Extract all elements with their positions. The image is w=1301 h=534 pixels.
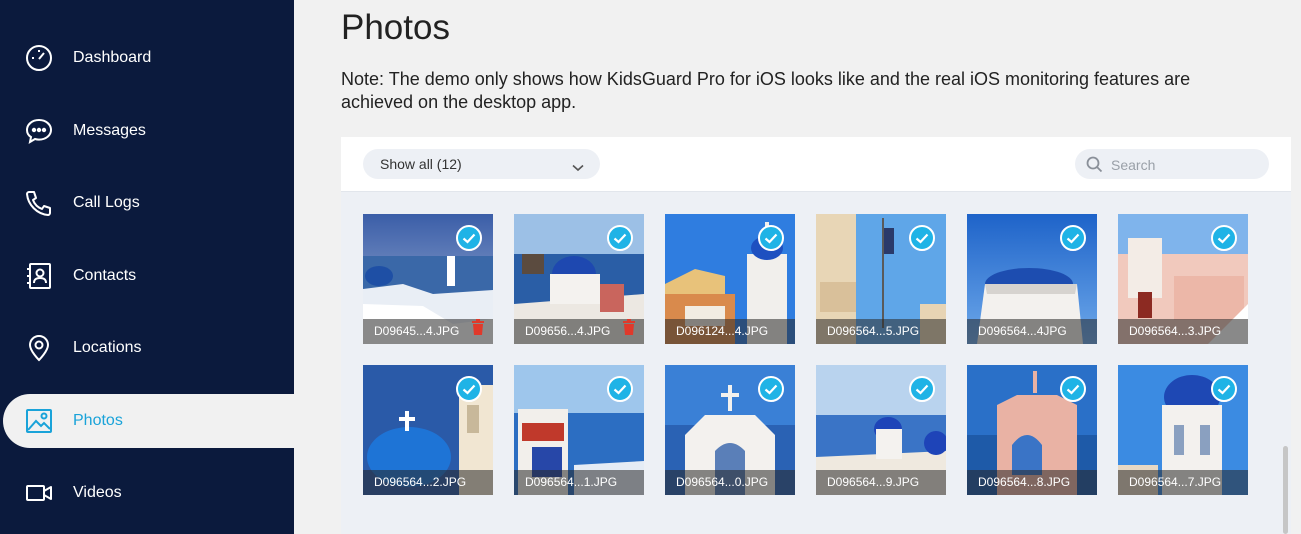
check-icon[interactable] — [607, 225, 633, 251]
sidebar-item-label: Messages — [73, 122, 146, 139]
photo-filename: D096564...9.JPG — [816, 470, 946, 495]
sidebar-item-messages[interactable]: Messages — [0, 104, 294, 158]
check-icon[interactable] — [1060, 376, 1086, 402]
video-camera-icon — [24, 478, 54, 508]
demo-note: Note: The demo only shows how KidsGuard … — [341, 69, 1191, 112]
photo-filename: D096564...1.JPG — [514, 470, 644, 495]
photo-filename: D096564...4JPG — [967, 319, 1097, 344]
photo-tile[interactable]: D096564...9.JPG — [816, 365, 946, 495]
search-box — [1075, 149, 1269, 181]
toolbar: Show all (12) — [341, 137, 1291, 192]
check-icon[interactable] — [456, 225, 482, 251]
sidebar-item-call-logs[interactable]: Call Logs — [0, 176, 294, 230]
photos-panel: Show all (12) D09645...4. — [341, 137, 1291, 534]
photo-filename: D096564...7.JPG — [1118, 470, 1248, 495]
photo-tile[interactable]: D096564...4JPG — [967, 214, 1097, 344]
trash-icon[interactable] — [471, 319, 485, 340]
photo-tile[interactable]: D096564...0.JPG — [665, 365, 795, 495]
gauge-icon — [24, 43, 54, 73]
trash-icon[interactable] — [622, 319, 636, 340]
photo-filename: D096564...3.JPG — [1118, 319, 1248, 344]
filter-value: Show all (12) — [380, 156, 462, 172]
check-icon[interactable] — [758, 376, 784, 402]
photo-tile[interactable]: D096124...4.JPG — [665, 214, 795, 344]
check-icon[interactable] — [1060, 225, 1086, 251]
sidebar-item-locations[interactable]: Locations — [0, 321, 294, 375]
contact-card-icon — [24, 261, 54, 291]
sidebar-item-photos[interactable]: Photos — [3, 394, 294, 448]
check-icon[interactable] — [909, 225, 935, 251]
sidebar-item-videos[interactable]: Videos — [0, 466, 294, 520]
sidebar-item-label: Dashboard — [73, 49, 152, 66]
photo-tile[interactable]: D096564...8.JPG — [967, 365, 1097, 495]
check-icon[interactable] — [1211, 376, 1237, 402]
sidebar-item-label: Contacts — [73, 267, 137, 284]
sidebar-item-label: Call Logs — [73, 194, 140, 211]
check-icon[interactable] — [909, 376, 935, 402]
sidebar-item-dashboard[interactable]: Dashboard — [0, 31, 294, 85]
search-input[interactable] — [1109, 149, 1263, 181]
sidebar-item-contacts[interactable]: Contacts — [0, 249, 294, 303]
photo-tile[interactable]: D09656...4.JPG — [514, 214, 644, 344]
photo-filename: D096564...5.JPG — [816, 319, 946, 344]
photo-tile[interactable]: D096564...1.JPG — [514, 365, 644, 495]
photo-filename: D096564...8.JPG — [967, 470, 1097, 495]
phone-icon — [24, 188, 54, 218]
check-icon[interactable] — [607, 376, 633, 402]
photo-filename: D096564...2.JPG — [363, 470, 493, 495]
photo-tile[interactable]: D096564...3.JPG — [1118, 214, 1248, 344]
scrollbar[interactable] — [1283, 446, 1288, 534]
sidebar-item-label: Photos — [73, 412, 123, 429]
check-icon[interactable] — [1211, 225, 1237, 251]
photo-filename: D096124...4.JPG — [665, 319, 795, 344]
photo-filename: D096564...0.JPG — [665, 470, 795, 495]
photo-tile[interactable]: D096564...5.JPG — [816, 214, 946, 344]
photo-tile[interactable]: D09645...4.JPG — [363, 214, 493, 344]
image-icon — [24, 406, 54, 436]
chat-bubble-icon — [24, 116, 54, 146]
filter-dropdown[interactable]: Show all (12) — [363, 149, 600, 179]
sidebar-item-label: Locations — [73, 339, 142, 356]
chevron-down-icon — [572, 159, 584, 175]
photo-tile[interactable]: D096564...2.JPG — [363, 365, 493, 495]
search-icon — [1086, 156, 1103, 178]
sidebar-item-label: Videos — [73, 484, 122, 501]
photo-tile[interactable]: D096564...7.JPG — [1118, 365, 1248, 495]
sidebar: Dashboard Messages Call Logs Contacts Lo… — [0, 0, 294, 534]
check-icon[interactable] — [758, 225, 784, 251]
page-title: Photos — [341, 8, 450, 47]
check-icon[interactable] — [456, 376, 482, 402]
map-pin-icon — [24, 333, 54, 363]
